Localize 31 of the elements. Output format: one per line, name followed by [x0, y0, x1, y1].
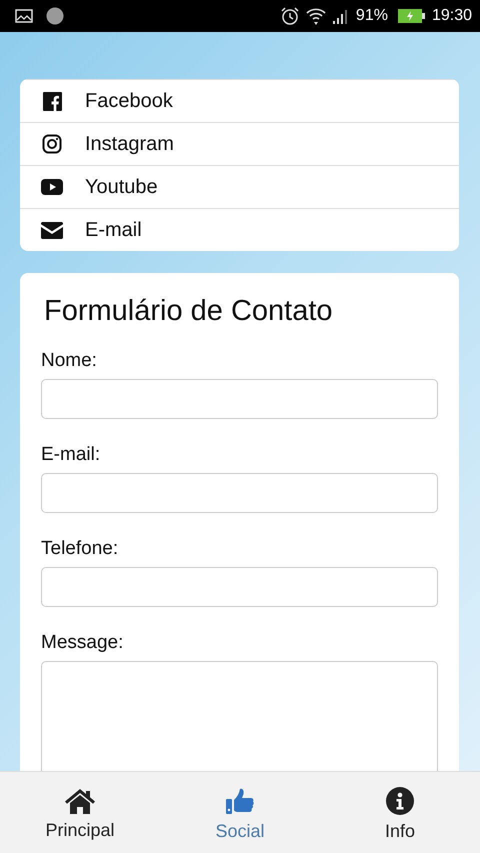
nav-tab[interactable]: Principal	[0, 772, 160, 853]
home-icon	[64, 788, 96, 814]
input-field[interactable]	[41, 473, 438, 513]
form-title: Formulário de Contato	[44, 295, 334, 328]
thumbs-up-icon	[226, 787, 254, 815]
social-link[interactable]: Youtube	[20, 165, 459, 208]
facebook-icon	[42, 92, 62, 110]
instagram-icon	[42, 134, 62, 154]
alarm-icon	[280, 6, 300, 26]
battery-charging-icon	[398, 8, 426, 24]
field-label: E-mail:	[41, 444, 102, 466]
input-field[interactable]	[41, 567, 438, 607]
input-field[interactable]	[41, 379, 438, 419]
nav-tab[interactable]: Social	[160, 772, 320, 853]
social-link[interactable]: Facebook	[20, 79, 459, 122]
battery-percentage: 91%	[356, 7, 388, 25]
message-field[interactable]	[41, 661, 438, 771]
circle-icon	[46, 7, 64, 25]
social-link[interactable]: E-mail	[20, 208, 459, 251]
info-icon	[386, 787, 414, 815]
clock-time: 19:30	[432, 7, 472, 25]
signal-icon	[332, 8, 350, 24]
field-label: Nome:	[41, 350, 98, 372]
youtube-icon	[41, 179, 63, 195]
image-icon	[15, 9, 33, 23]
nav-tab[interactable]: Info	[320, 772, 480, 853]
social-link[interactable]: Instagram	[20, 122, 459, 165]
wifi-icon	[306, 7, 326, 25]
envelope-icon	[41, 222, 63, 238]
field-label: Telefone:	[41, 538, 120, 560]
field-label: Message:	[41, 632, 124, 654]
